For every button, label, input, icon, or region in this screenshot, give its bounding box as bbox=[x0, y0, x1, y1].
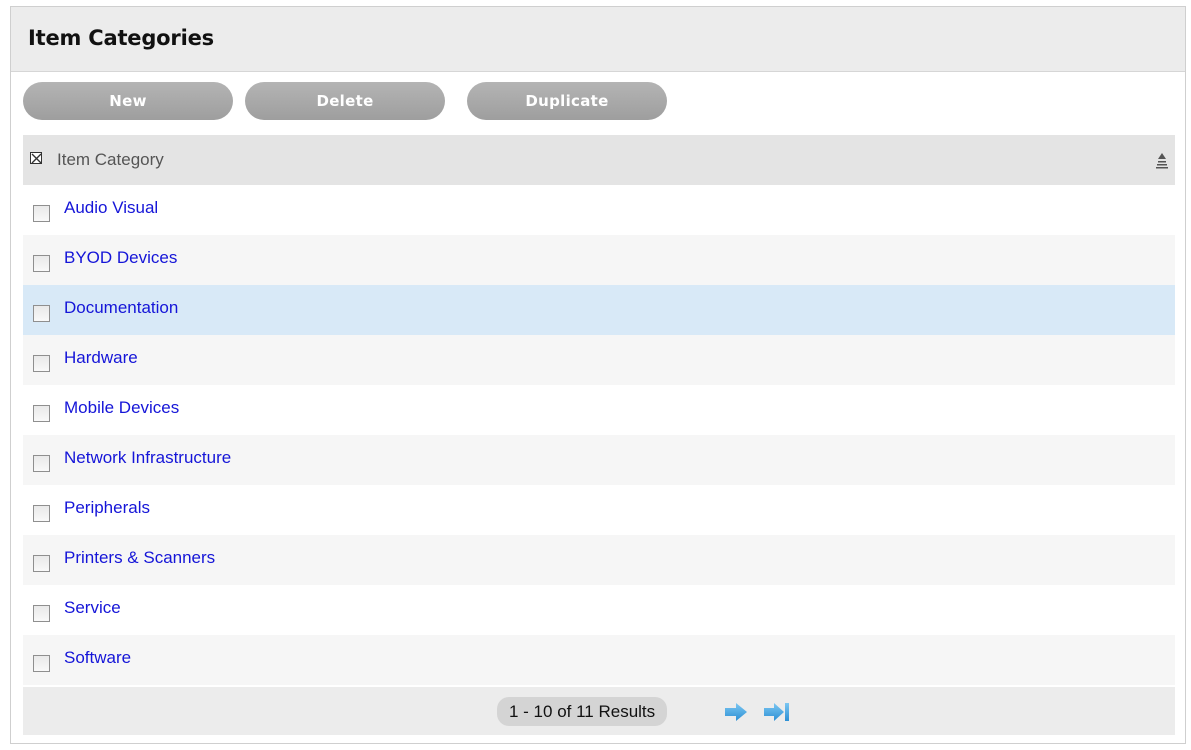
pagination-bar: 1 - 10 of 11 Results bbox=[23, 687, 1175, 735]
table-body: Audio Visual BYOD Devices Documentation Har… bbox=[23, 185, 1175, 685]
item-category-link[interactable]: Service bbox=[64, 598, 121, 618]
item-category-link[interactable]: Printers & Scanners bbox=[64, 548, 215, 568]
item-category-link[interactable]: Software bbox=[64, 648, 131, 668]
arrow-right-icon[interactable] bbox=[723, 701, 749, 723]
table-row[interactable]: BYOD Devices bbox=[23, 235, 1175, 285]
row-checkbox[interactable] bbox=[33, 355, 50, 372]
arrow-last-icon[interactable] bbox=[763, 701, 793, 723]
table-row[interactable]: Service bbox=[23, 585, 1175, 635]
page-title: Item Categories bbox=[28, 26, 214, 50]
toolbar: New Delete Duplicate bbox=[11, 72, 1185, 134]
item-category-link[interactable]: BYOD Devices bbox=[64, 248, 177, 268]
sort-ascending-icon[interactable] bbox=[1155, 151, 1169, 169]
row-checkbox[interactable] bbox=[33, 405, 50, 422]
duplicate-button[interactable]: Duplicate bbox=[467, 82, 667, 120]
item-categories-panel: Item Categories New Delete Duplicate Ite… bbox=[10, 6, 1186, 744]
item-category-link[interactable]: Audio Visual bbox=[64, 198, 158, 218]
item-category-link[interactable]: Network Infrastructure bbox=[64, 448, 231, 468]
column-header-item-category[interactable]: Item Category bbox=[57, 150, 164, 170]
row-checkbox[interactable] bbox=[33, 605, 50, 622]
table-row[interactable]: Documentation bbox=[23, 285, 1175, 335]
table-row[interactable]: Software bbox=[23, 635, 1175, 685]
row-checkbox[interactable] bbox=[33, 555, 50, 572]
table-row[interactable]: Network Infrastructure bbox=[23, 435, 1175, 485]
item-category-link[interactable]: Hardware bbox=[64, 348, 138, 368]
item-category-link[interactable]: Peripherals bbox=[64, 498, 150, 518]
row-checkbox[interactable] bbox=[33, 255, 50, 272]
item-category-table: Item Category Audio Visual BYOD Devices Do… bbox=[23, 135, 1175, 735]
row-checkbox[interactable] bbox=[33, 655, 50, 672]
row-checkbox[interactable] bbox=[33, 205, 50, 222]
row-checkbox[interactable] bbox=[33, 455, 50, 472]
row-checkbox[interactable] bbox=[33, 305, 50, 322]
table-row[interactable]: Audio Visual bbox=[23, 185, 1175, 235]
item-category-link[interactable]: Mobile Devices bbox=[64, 398, 179, 418]
select-all-checkbox-icon[interactable] bbox=[30, 152, 42, 164]
table-header: Item Category bbox=[23, 135, 1175, 185]
table-row[interactable]: Printers & Scanners bbox=[23, 535, 1175, 585]
row-checkbox[interactable] bbox=[33, 505, 50, 522]
table-row[interactable]: Hardware bbox=[23, 335, 1175, 385]
item-category-link[interactable]: Documentation bbox=[64, 298, 178, 318]
table-row[interactable]: Peripherals bbox=[23, 485, 1175, 535]
results-summary: 1 - 10 of 11 Results bbox=[497, 697, 668, 726]
new-button[interactable]: New bbox=[23, 82, 233, 120]
table-row[interactable]: Mobile Devices bbox=[23, 385, 1175, 435]
delete-button[interactable]: Delete bbox=[245, 82, 445, 120]
title-bar: Item Categories bbox=[11, 7, 1185, 72]
